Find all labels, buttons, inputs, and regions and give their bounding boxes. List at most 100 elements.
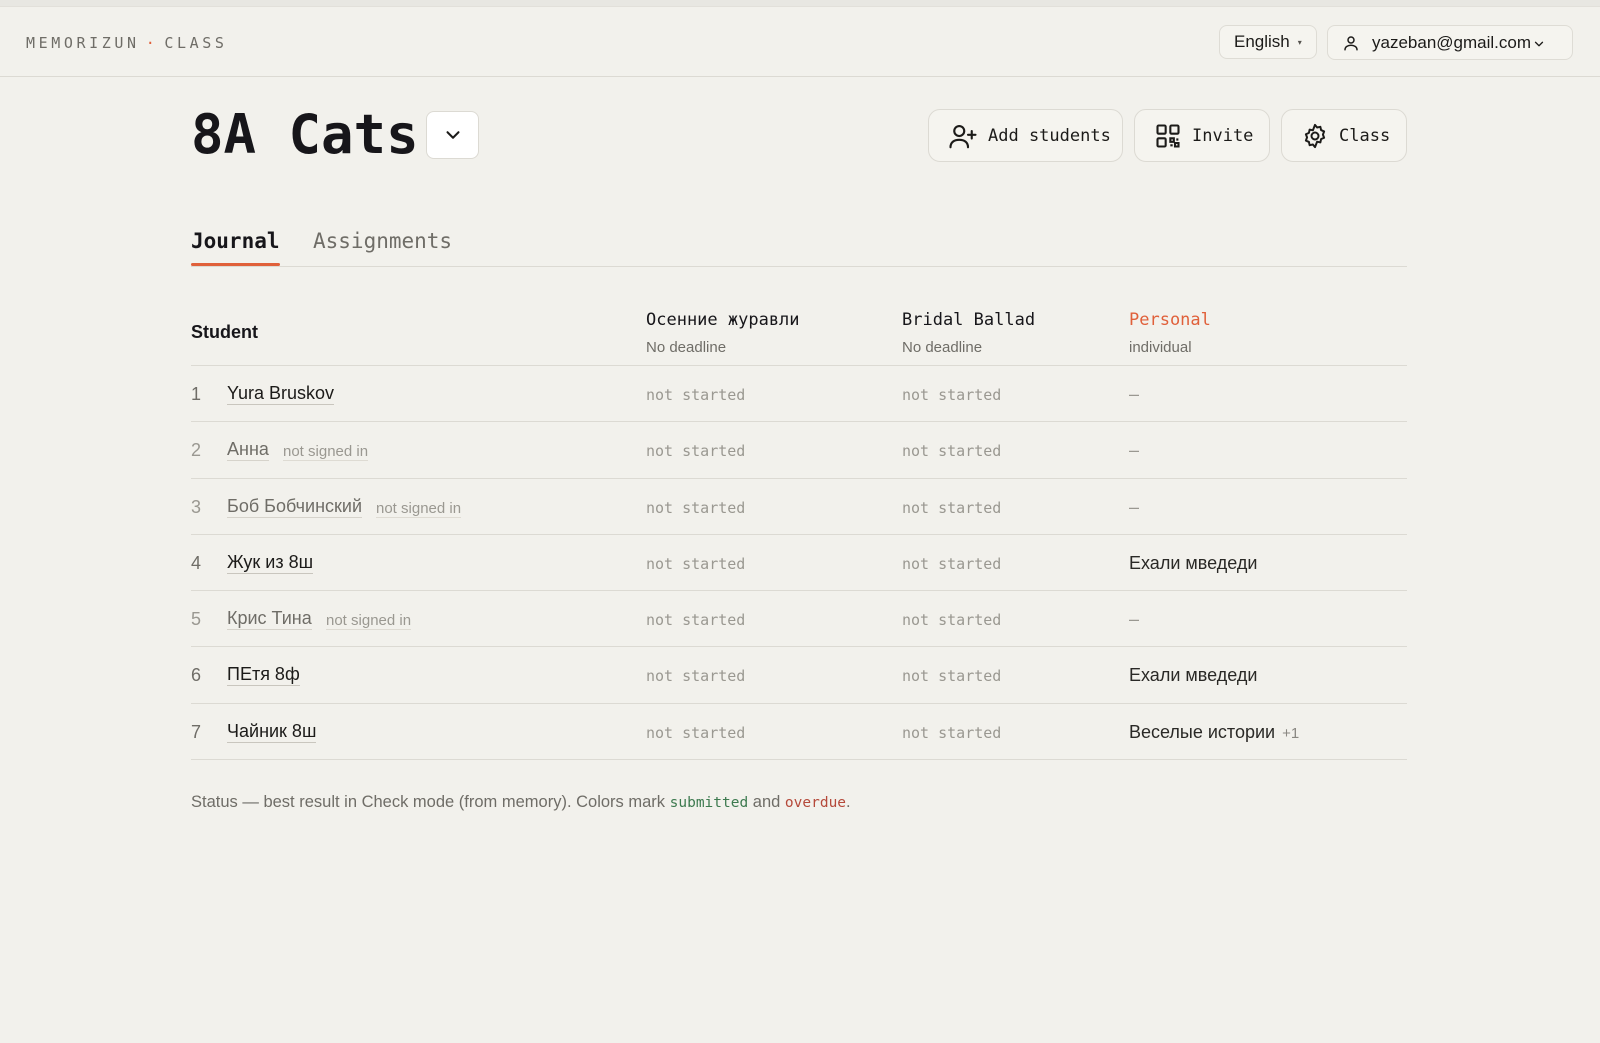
brand-logo[interactable]: MEMORIZUN · CLASS: [26, 34, 227, 52]
assignment-deadline: No deadline: [646, 339, 727, 356]
language-select[interactable]: English ▾: [1219, 25, 1317, 59]
assignment-status[interactable]: not started: [646, 611, 745, 629]
class-settings-button[interactable]: Class: [1281, 109, 1407, 162]
personal-assignment: –: [1129, 609, 1139, 630]
more-count: +1: [1282, 724, 1300, 742]
qr-code-icon: [1156, 123, 1180, 148]
footnote-text: Status — best result in Check mode (from…: [191, 793, 670, 811]
personal-title: Personal: [1129, 310, 1211, 330]
assignment-status[interactable]: not started: [646, 667, 745, 685]
assignment-status[interactable]: not started: [646, 724, 745, 742]
table-header: Student Осенние журавли No deadline Brid…: [191, 297, 1407, 366]
user-icon: [1344, 35, 1358, 50]
table-row: 6 ПЕтя 8ф not started not started Ехали мвед…: [191, 647, 1407, 704]
class-settings-label: Class: [1339, 125, 1391, 146]
assignment-status[interactable]: not started: [646, 442, 745, 460]
assignment-status[interactable]: not started: [902, 667, 1001, 685]
student-name-link[interactable]: Жук из 8ш: [227, 552, 314, 574]
table-body: 1 Yura Bruskov not started not started – 2 Анн…: [191, 366, 1407, 761]
assignment-status[interactable]: not started: [902, 555, 1001, 573]
student-name-link[interactable]: ПЕтя 8ф: [227, 664, 300, 687]
row-number: 1: [191, 384, 202, 404]
personal-assignment: –: [1129, 384, 1139, 405]
not-signed-in-note: not signed in: [326, 612, 412, 631]
journal-table: Student Осенние журавли No deadline Brid…: [191, 297, 1407, 761]
personal-assignment[interactable]: Веселые истории +1: [1129, 722, 1299, 743]
student-name-link[interactable]: Анна: [227, 439, 269, 462]
personal-assignment[interactable]: Ехали мведеди: [1129, 553, 1257, 574]
student-name-link[interactable]: Крис Тина: [227, 608, 312, 631]
personal-assignment-title: Веселые истории: [1129, 721, 1276, 742]
column-header-assignment[interactable]: Осенние журавли No deadline: [646, 310, 800, 356]
column-header-personal: Personal individual: [1129, 310, 1211, 356]
user-menu-button[interactable]: yazeban@gmail.com: [1327, 25, 1573, 60]
assignment-status[interactable]: not started: [902, 442, 1001, 460]
gear-icon: [1304, 123, 1326, 148]
footnote-end: .: [846, 793, 851, 811]
language-label: English: [1234, 32, 1290, 51]
row-number: 3: [191, 496, 202, 517]
assignment-status[interactable]: not started: [902, 724, 1001, 742]
assignment-status[interactable]: not started: [902, 386, 1001, 404]
add-students-label: Add students: [988, 125, 1111, 146]
row-number: 4: [191, 552, 202, 573]
row-number: 7: [191, 721, 202, 742]
personal-assignment[interactable]: Ехали мведеди: [1129, 665, 1257, 686]
brand-separator: ·: [145, 34, 159, 52]
footnote-and: and: [748, 793, 785, 811]
tab-journal[interactable]: Journal: [191, 229, 280, 266]
table-row: 2 Анна not signed in not started not started…: [191, 422, 1407, 479]
chevron-down-icon: [1534, 41, 1544, 47]
assignment-status[interactable]: not started: [902, 611, 1001, 629]
status-footnote: Status — best result in Check mode (from…: [191, 793, 851, 812]
personal-assignment-title: –: [1129, 440, 1140, 461]
personal-assignment-title: Ехали мведеди: [1129, 552, 1258, 573]
brand-name: MEMORIZUN: [26, 34, 140, 52]
table-row: 5 Крис Тина not signed in not started not st…: [191, 591, 1407, 648]
table-row: 4 Жук из 8ш not started not started Ехали мв…: [191, 535, 1407, 592]
personal-assignment: –: [1129, 497, 1139, 518]
row-number: 5: [191, 609, 202, 630]
table-row: 1 Yura Bruskov not started not started –: [191, 366, 1407, 423]
assignment-status[interactable]: not started: [902, 499, 1001, 517]
assignment-title: Bridal Ballad: [902, 310, 1036, 330]
assignment-status[interactable]: not started: [646, 386, 745, 404]
chevron-down-icon: [445, 131, 460, 139]
not-signed-in-note: not signed in: [283, 443, 369, 462]
column-header-student: Student: [191, 322, 258, 342]
assignment-status[interactable]: not started: [646, 499, 745, 517]
assignment-title: Осенние журавли: [646, 310, 800, 330]
column-header-assignment[interactable]: Bridal Ballad No deadline: [902, 310, 1035, 356]
assignment-deadline: No deadline: [902, 339, 983, 356]
overdue-legend: overdue: [784, 795, 847, 811]
class-switch-button[interactable]: [426, 111, 479, 159]
row-number: 2: [191, 440, 202, 461]
student-name-link[interactable]: Yura Bruskov: [227, 383, 335, 405]
invite-label: Invite: [1192, 125, 1254, 146]
tab-assignments[interactable]: Assignments: [313, 229, 452, 253]
add-students-button[interactable]: Add students: [928, 109, 1123, 162]
table-row: 3 Боб Бобчинский not signed in not started n…: [191, 479, 1407, 535]
user-plus-icon: [949, 124, 977, 148]
class-title: 8A Cats: [191, 103, 419, 166]
class-tabs: Journal Assignments: [191, 217, 1407, 267]
row-number: 6: [191, 665, 202, 686]
caret-down-icon: ▾: [1297, 37, 1302, 47]
personal-assignment-title: –: [1129, 609, 1140, 630]
personal-subtitle: individual: [1129, 339, 1192, 356]
not-signed-in-note: not signed in: [376, 499, 462, 518]
invite-button[interactable]: Invite: [1134, 109, 1270, 162]
personal-assignment-title: –: [1129, 384, 1140, 404]
user-email: yazeban@gmail.com: [1372, 32, 1531, 52]
brand-section: CLASS: [164, 34, 228, 52]
personal-assignment-title: Ехали мведеди: [1129, 665, 1258, 686]
table-row: 7 Чайник 8ш not started not started Веселые …: [191, 704, 1407, 761]
top-bar: MEMORIZUN · CLASS English ▾ yazeban@gmail.…: [0, 7, 1600, 77]
personal-assignment: –: [1129, 440, 1139, 461]
assignment-status[interactable]: not started: [646, 555, 745, 573]
personal-assignment-title: –: [1129, 496, 1140, 517]
student-name-link[interactable]: Чайник 8ш: [227, 721, 317, 743]
submitted-legend: submitted: [669, 795, 749, 811]
student-name-link[interactable]: Боб Бобчинский: [227, 496, 363, 518]
app-window: MEMORIZUN · CLASS English ▾ yazeban@gmail.…: [0, 6, 1600, 1043]
